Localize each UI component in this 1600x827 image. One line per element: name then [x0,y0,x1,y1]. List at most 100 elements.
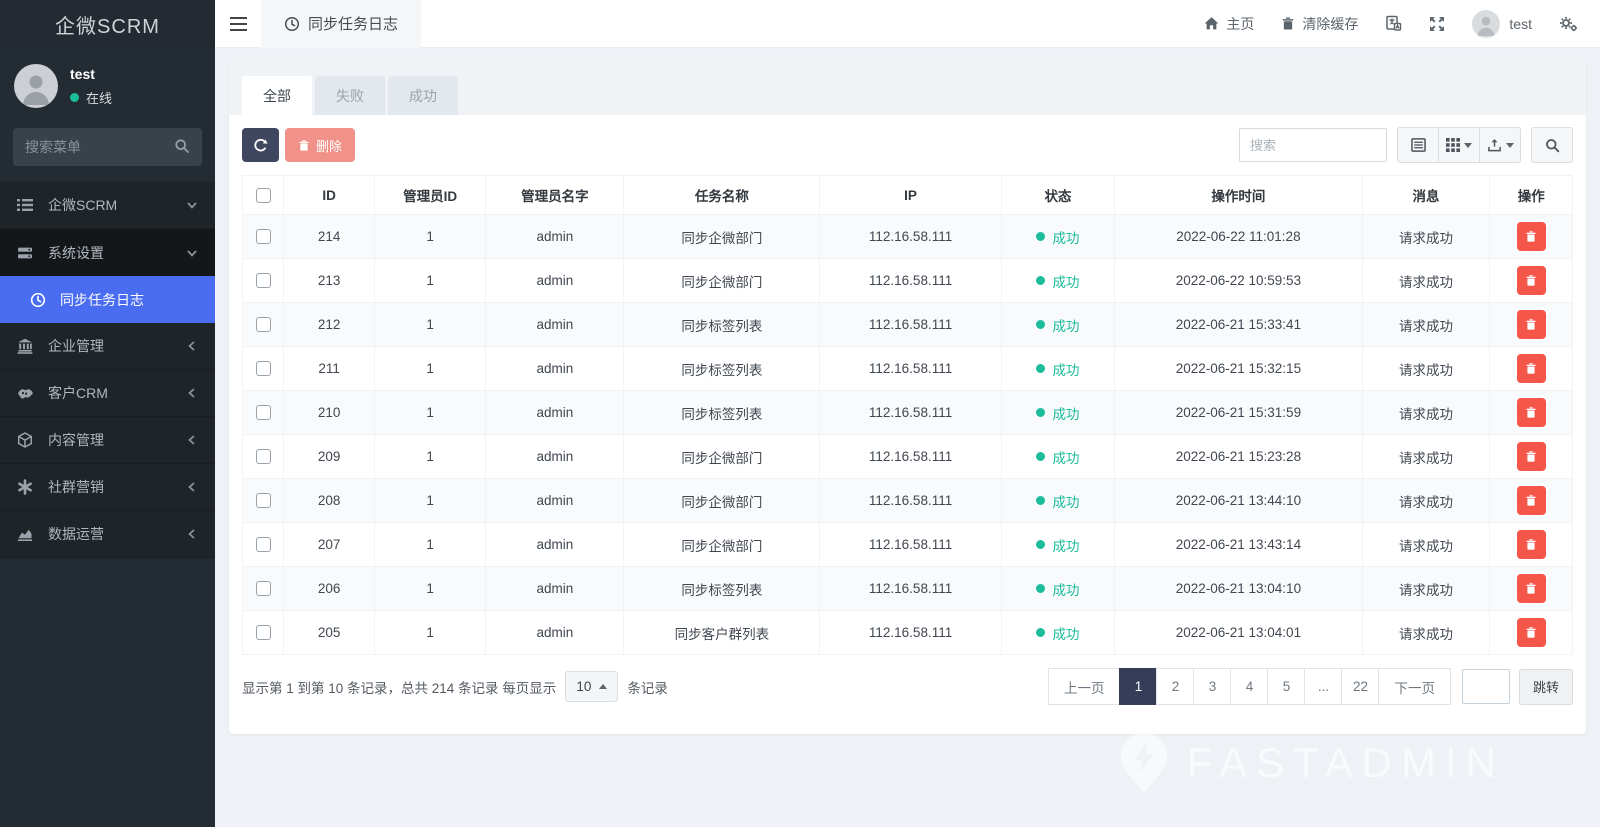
settings-button[interactable] [1559,16,1578,32]
page-size-select[interactable]: 10 [565,671,619,702]
nav-tab-sync-log[interactable]: 同步任务日志 [261,0,422,48]
column-header-admin-id[interactable]: 管理员ID [373,175,487,215]
caret-down-icon [1464,142,1472,148]
cell-status: 成功 [1000,566,1116,611]
cell-time: 2022-06-21 15:33:41 [1114,302,1363,347]
tab-failed[interactable]: 失败 [315,76,385,115]
sidebar-item-community[interactable]: 社群营销 [0,464,215,511]
column-header-action[interactable]: 操作 [1489,175,1573,215]
jump-page-input[interactable] [1461,669,1510,704]
row-checkbox[interactable] [255,361,271,377]
row-checkbox[interactable] [255,537,271,553]
next-page-button[interactable]: 下一页 [1378,668,1451,705]
page-button[interactable]: 5 [1267,668,1306,705]
hamburger-button[interactable] [215,0,261,48]
column-header-task[interactable]: 任务名称 [623,175,821,215]
detail-view-button[interactable] [1397,127,1439,163]
language-button[interactable] [1385,15,1402,32]
page-button[interactable]: 22 [1341,668,1380,705]
delete-row-button[interactable] [1516,310,1546,339]
delete-button[interactable]: 删除 [285,128,356,162]
sidebar-item-content[interactable]: 内容管理 [0,417,215,464]
home-link[interactable]: 主页 [1204,14,1254,34]
delete-row-button[interactable] [1516,442,1546,471]
pagination-info: 显示第 1 到第 10 条记录，总共 214 条记录 每页显示 10 条记录 [242,671,668,702]
delete-row-button[interactable] [1516,618,1546,647]
export-button[interactable] [1479,127,1521,163]
hamburger-icon [229,16,247,31]
app-logo: 企微SCRM [0,0,215,48]
jump-button[interactable]: 跳转 [1518,668,1573,705]
sidebar-item-sync-task-log[interactable]: 同步任务日志 [0,276,215,323]
row-checkbox[interactable] [255,449,271,465]
select-all-checkbox[interactable] [255,187,271,203]
row-checkbox[interactable] [255,405,271,421]
sidebar-item-system-settings[interactable]: 系统设置 [0,229,215,276]
sidebar-item-label: 同步任务日志 [60,291,144,308]
column-header-time[interactable]: 操作时间 [1114,175,1363,215]
cell-status: 成功 [1000,390,1116,435]
cell-status: 成功 [1000,346,1116,391]
cell-ip: 112.16.58.111 [819,302,1002,347]
sidebar-item-label: 企业管理 [48,338,104,354]
sidebar-item-data-ops[interactable]: 数据运营 [0,511,215,558]
cell-ip: 112.16.58.111 [819,390,1002,435]
row-checkbox[interactable] [255,273,271,289]
column-header-admin-name[interactable]: 管理员名字 [485,175,625,215]
cell-task: 同步企微部门 [623,258,821,303]
chevron-left-icon [186,340,198,352]
row-checkbox[interactable] [255,581,271,597]
cogs-icon [1560,16,1577,31]
delete-row-button[interactable] [1516,574,1546,603]
page-ellipsis[interactable]: ... [1304,668,1343,705]
cell-status: 成功 [1000,302,1116,347]
delete-row-button[interactable] [1516,222,1546,251]
delete-row-button[interactable] [1516,398,1546,427]
person-icon [1478,16,1495,36]
list-icon [17,197,41,213]
pagination-info-suffix: 条记录 [627,680,668,696]
column-header-message[interactable]: 消息 [1361,175,1491,215]
status-dot-icon [1036,276,1046,285]
row-checkbox[interactable] [255,229,271,245]
sidebar-item-enterprise[interactable]: 企业管理 [0,323,215,370]
clear-cache-link[interactable]: 清除缓存 [1281,14,1358,34]
cell-admin-name: admin [485,346,625,391]
column-header-status[interactable]: 状态 [1000,175,1116,215]
delete-row-button[interactable] [1516,530,1546,559]
home-icon [1205,17,1219,30]
prev-page-button[interactable]: 上一页 [1047,668,1121,705]
fullscreen-button[interactable] [1429,16,1445,32]
refresh-button[interactable] [242,128,279,162]
delete-row-button[interactable] [1516,486,1546,515]
person-icon [23,75,49,105]
row-checkbox[interactable] [255,625,271,641]
delete-row-button[interactable] [1516,354,1546,383]
column-header-ip[interactable]: IP [819,175,1002,215]
list-view-icon [1410,138,1426,152]
page-button[interactable]: 4 [1230,668,1269,705]
page-button[interactable]: 3 [1193,668,1232,705]
row-checkbox[interactable] [255,317,271,333]
sidebar-item-qwscrm[interactable]: 企微SCRM [0,182,215,229]
page-button[interactable]: 2 [1156,668,1195,705]
cube-icon [17,432,41,448]
page-button[interactable]: 1 [1119,668,1158,705]
cell-task: 同步标签列表 [623,566,821,611]
topbar-user[interactable]: test [1472,9,1532,38]
tab-success[interactable]: 成功 [388,76,458,115]
cell-task: 同步标签列表 [623,390,821,435]
columns-button[interactable] [1438,127,1480,163]
sidebar-item-customer-crm[interactable]: 客户CRM [0,370,215,417]
cell-admin-id: 1 [373,258,487,303]
trash-icon [1526,495,1536,506]
delete-row-button[interactable] [1516,266,1546,295]
column-header-id[interactable]: ID [283,175,375,215]
table-search-input[interactable] [1239,128,1387,162]
status-label: 成功 [1052,450,1080,466]
search-toggle-button[interactable] [1531,127,1573,163]
row-checkbox[interactable] [255,493,271,509]
tab-all[interactable]: 全部 [242,76,312,115]
cell-id: 213 [283,258,375,303]
cell-ip: 112.16.58.111 [819,522,1002,567]
